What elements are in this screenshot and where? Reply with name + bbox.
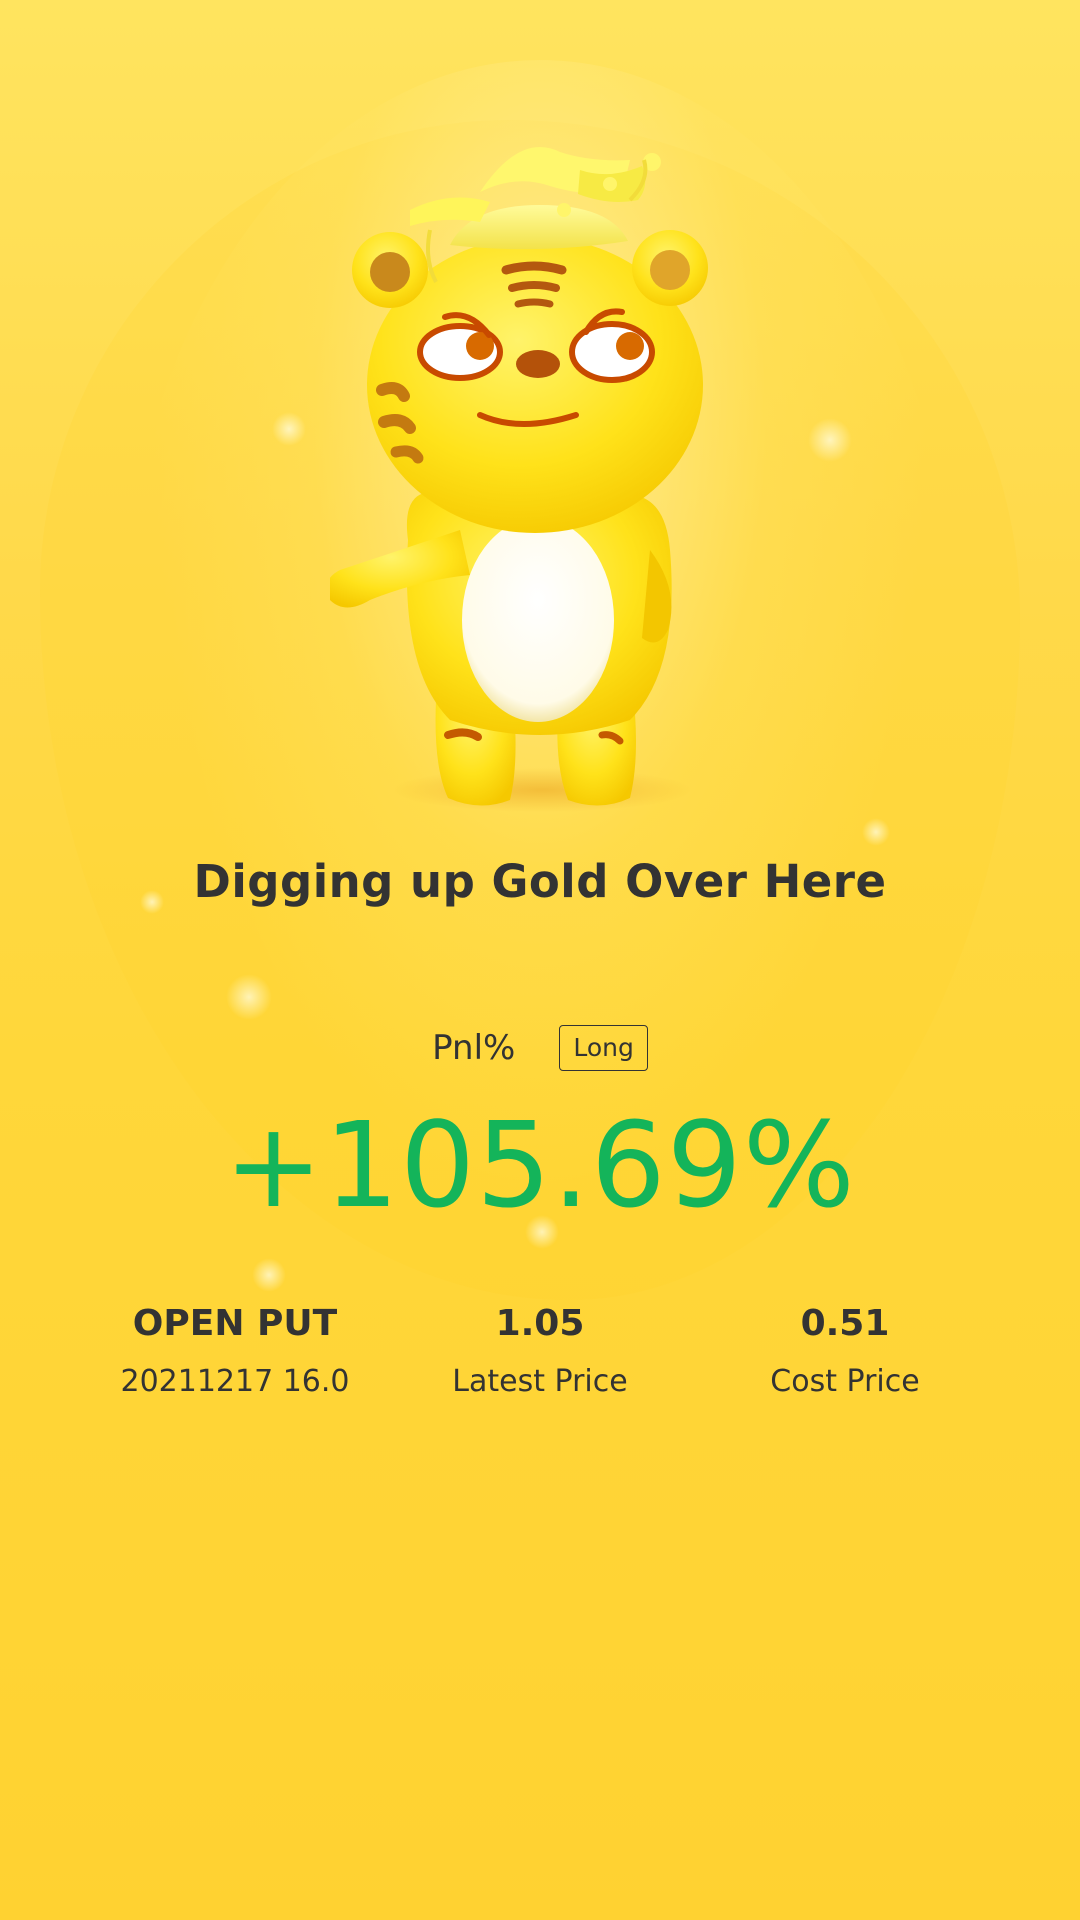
latest-price-value: 1.05 — [495, 1303, 585, 1344]
pnl-percentage: +105.69% — [224, 1096, 856, 1234]
pnl-label: Pnl% — [432, 1028, 516, 1068]
sparkle-decoration — [226, 974, 272, 1020]
cost-price-label: Cost Price — [770, 1364, 920, 1399]
contract-expiry-strike: 20211217 16.0 — [120, 1364, 350, 1399]
sparkle-decoration — [272, 412, 306, 446]
stat-contract: OPEN PUT 20211217 16.0 — [85, 1300, 385, 1402]
position-side-badge: Long — [559, 1025, 648, 1071]
stat-cost-price: 0.51 Cost Price — [695, 1300, 995, 1402]
tiger-mascot-icon — [330, 110, 750, 830]
sparkle-decoration — [808, 418, 852, 462]
latest-price-label: Latest Price — [452, 1364, 628, 1399]
share-card: Digging up Gold Over Here Pnl% Long +105… — [0, 0, 1080, 1920]
headline: Digging up Gold Over Here — [193, 855, 887, 908]
contract-name: OPEN PUT — [132, 1303, 338, 1344]
sparkle-decoration — [862, 818, 890, 846]
stat-latest-price: 1.05 Latest Price — [390, 1300, 690, 1402]
position-stats: OPEN PUT 20211217 16.0 1.05 Latest Price… — [0, 1300, 1080, 1420]
cost-price-value: 0.51 — [800, 1303, 890, 1344]
sparkle-decoration — [252, 1258, 286, 1292]
pnl-header: Pnl% Long — [0, 1025, 1080, 1071]
